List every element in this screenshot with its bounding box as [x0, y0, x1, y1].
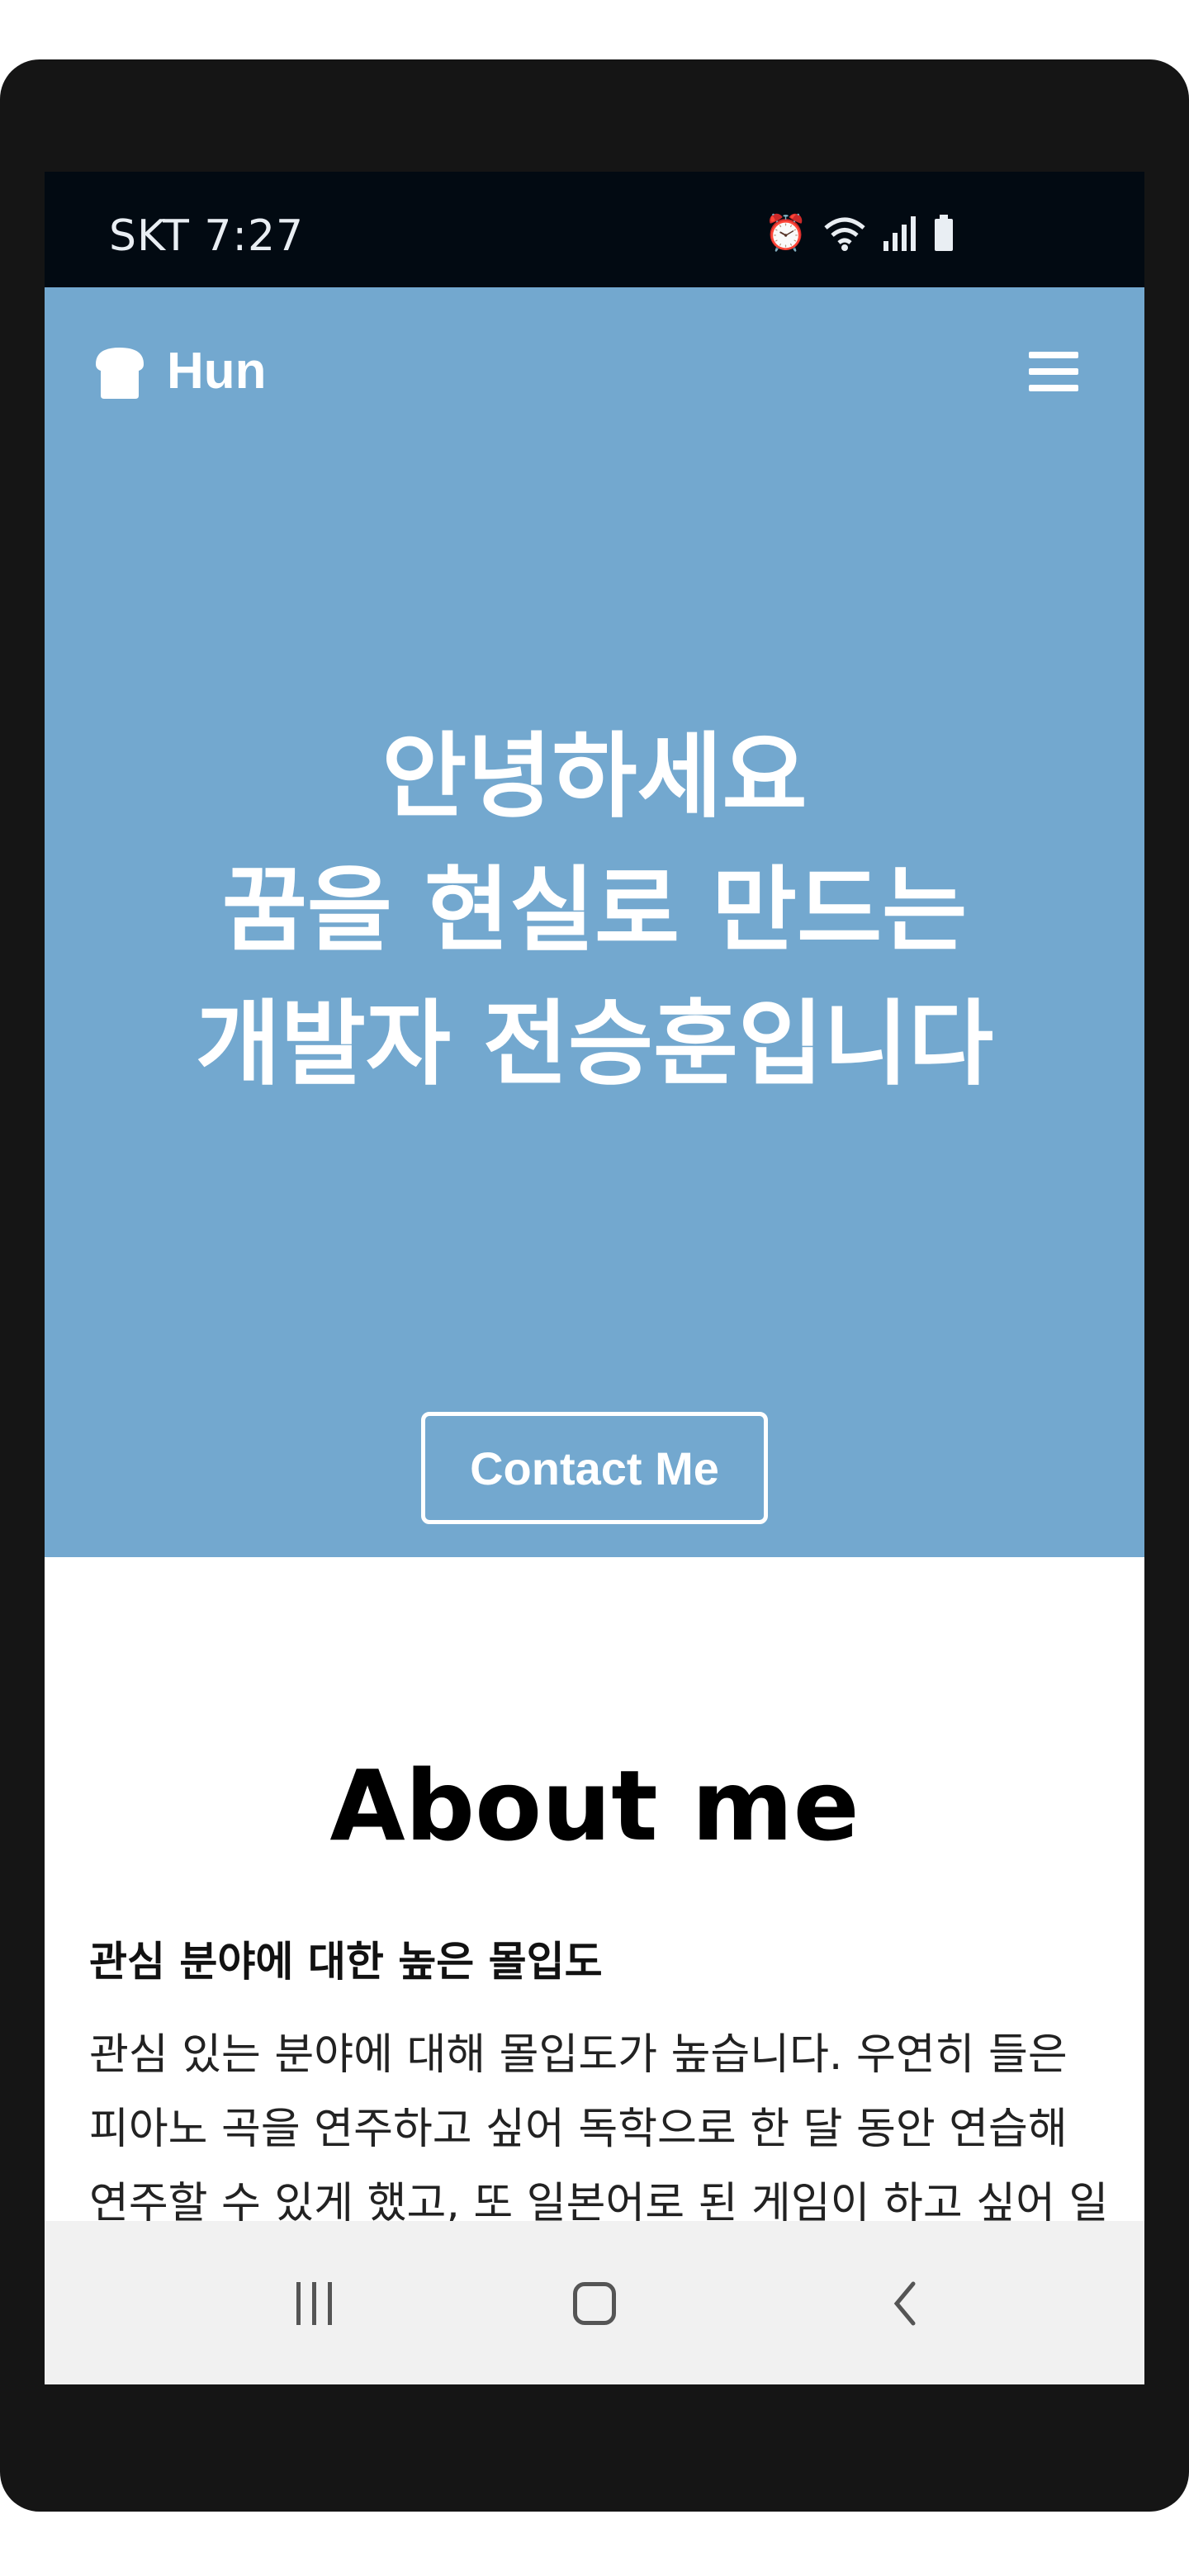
- home-button[interactable]: [545, 2271, 644, 2337]
- about-title: About me: [329, 1749, 860, 1863]
- status-carrier-time: SKT 7:27: [109, 211, 305, 261]
- hero-section: Hun 안녕하세요 꿈을 현실로 만드는 개발자 전승훈입니다 Contact …: [45, 287, 1144, 1557]
- logo-text: Hun: [167, 343, 267, 400]
- contact-me-button[interactable]: Contact Me: [421, 1412, 768, 1524]
- hero-line-1: 안녕하세요: [381, 723, 808, 831]
- signal-icon: [883, 216, 916, 251]
- recents-icon: [296, 2282, 332, 2325]
- system-navigation-bar: [45, 2221, 1144, 2384]
- phone-frame: SKT 7:27 ⏰ Hun 안녕하세요 꿈을 현실로 만드는 개발자 전승훈입…: [0, 59, 1189, 2512]
- battery-icon: [935, 215, 953, 251]
- navbar: Hun: [45, 287, 1144, 411]
- status-bar: SKT 7:27 ⏰: [45, 172, 1144, 287]
- hamburger-menu-icon[interactable]: [1029, 352, 1078, 391]
- recents-button[interactable]: [264, 2271, 363, 2337]
- home-icon: [573, 2282, 616, 2325]
- bread-icon: [96, 347, 144, 399]
- back-button[interactable]: [855, 2271, 955, 2337]
- about-subtitle: 관심 분야에 대한 높은 몰입도: [89, 1938, 603, 1986]
- back-icon: [893, 2281, 916, 2326]
- hero-line-2: 꿈을 현실로 만드는: [221, 857, 968, 964]
- logo-link[interactable]: Hun: [89, 342, 267, 400]
- alarm-icon: ⏰: [764, 212, 808, 253]
- status-icons: ⏰: [765, 215, 955, 251]
- hero-title: 안녕하세요 꿈을 현실로 만드는 개발자 전승훈입니다: [45, 710, 1144, 1111]
- phone-screen: SKT 7:27 ⏰ Hun 안녕하세요 꿈을 현실로 만드는 개발자 전승훈입…: [45, 172, 1144, 2384]
- wifi-icon: [824, 217, 865, 251]
- hero-line-3: 개발자 전승훈입니다: [195, 991, 994, 1098]
